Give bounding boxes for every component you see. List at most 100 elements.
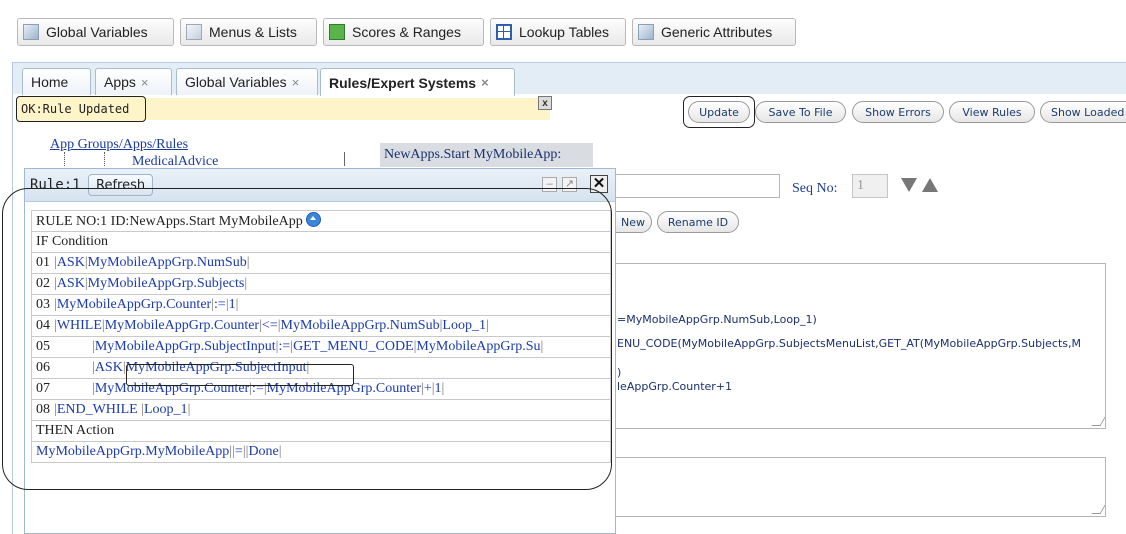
token[interactable]: 1 [229,297,236,312]
token[interactable]: MyMobileAppGrp.Su [416,339,540,354]
token[interactable]: Done [248,444,278,459]
token[interactable]: MyMobileAppGrp.SubjectInput [95,339,276,354]
rule-window-title: Rule:1 [30,177,81,193]
line-number: 01 [36,255,50,270]
token[interactable]: MyMobileAppGrp.NumSub [281,318,440,333]
condition-row: 01 |ASK|MyMobileAppGrp.NumSub| [31,252,611,274]
token[interactable]: MyMobileAppGrp.Counter [105,318,259,333]
rule-cell: 08 |END_WHILE |Loop_1| [31,399,611,421]
rule-title-text: NewApps.Start MyMobileApp: [384,147,562,162]
token[interactable]: MyMobileAppGrp.NumSub [88,255,247,270]
button-label: Global Variables [46,24,148,40]
line-number: 06 [36,360,50,375]
condition-row: 03 |MyMobileAppGrp.Counter|:=|1| [31,294,611,316]
table-icon [496,24,512,40]
resize-grip-icon[interactable] [1091,505,1105,514]
separator: | [485,318,489,333]
token[interactable]: 1 [435,381,442,396]
seq-input[interactable]: 1 [852,174,888,198]
close-icon[interactable]: ✕ [590,175,608,193]
condition-row: 06 |ASK|MyMobileAppGrp.SubjectInput| [31,357,611,379]
rule-title: NewApps.Start MyMobileApp: [380,143,593,167]
token[interactable]: MyMobileAppGrp.Counter [95,381,249,396]
rule-window-header[interactable]: Rule:1 Refresh – ↗ ✕ [25,169,615,202]
token[interactable]: = [235,444,243,459]
separator: | [540,339,544,354]
show-errors-button[interactable]: Show Errors [852,101,944,123]
textarea-line: =MyMobileAppGrp.NumSub,Loop_1) [617,313,817,326]
expand-up-icon[interactable] [305,212,321,227]
button-label: Rename ID [667,215,729,229]
scores-ranges-button[interactable]: Scores & Ranges [323,18,484,46]
view-rules-button[interactable]: View Rules [949,101,1035,123]
tab-global-variables[interactable]: Global Variables × [176,68,318,95]
token[interactable]: MyMobileAppGrp.Subjects [88,276,245,291]
button-label: New [621,215,645,229]
button-label: View Rules [962,105,1022,119]
highlight-box [683,96,755,128]
menus-lists-button[interactable]: Menus & Lists [180,18,317,46]
token[interactable]: Loop_1 [442,318,486,333]
rule-id-input[interactable] [612,174,780,198]
rule-cell: THEN Action [31,420,611,442]
token[interactable]: MyMobileAppGrp.Counter [57,297,211,312]
separator: | [244,276,248,291]
line-number: 07 [36,381,50,396]
global-variables-button[interactable]: Global Variables [17,18,174,46]
token[interactable]: WHILE [57,318,102,333]
refresh-button[interactable]: Refresh [88,174,154,196]
token[interactable]: ASK [57,255,85,270]
token[interactable]: ASK [57,276,85,291]
button-label: Refresh [96,177,146,193]
popout-icon[interactable]: ↗ [562,177,577,192]
rule-cell: 01 |ASK|MyMobileAppGrp.NumSub| [31,252,611,274]
condition-row: 05 |MyMobileAppGrp.SubjectInput|:=|GET_ME… [31,336,611,358]
token[interactable]: END_WHILE [57,402,141,417]
resize-grip-icon[interactable] [1091,417,1105,426]
token[interactable]: Loop_1 [144,402,188,417]
token[interactable]: + [424,381,432,396]
splitter[interactable] [344,152,345,166]
condition-row: 02 |ASK|MyMobileAppGrp.Subjects| [31,273,611,295]
show-loaded-button[interactable]: Show Loaded [1040,101,1126,123]
tab-apps[interactable]: Apps × [95,68,172,95]
generic-attributes-button[interactable]: Generic Attributes [632,18,796,46]
lookup-tables-button[interactable]: Lookup Tables [490,18,626,46]
arrow-up-icon[interactable] [922,178,938,192]
token[interactable]: <= [262,318,278,333]
scores-icon [329,24,345,40]
minimize-icon[interactable]: – [542,177,557,192]
token[interactable]: := [252,381,264,396]
rule-window[interactable]: Rule:1 Refresh – ↗ ✕ RULE NO:1 ID:NewApp… [24,168,616,534]
arrow-down-icon[interactable] [901,178,917,192]
tab-rules-expert-systems[interactable]: Rules/Expert Systems × [320,68,515,96]
token[interactable]: := [214,297,226,312]
close-icon[interactable]: × [141,75,149,90]
token[interactable]: MyMobileAppGrp.Counter [267,381,421,396]
tab-label: Apps [104,74,136,90]
token[interactable]: MyMobileAppGrp.MyMobileApp [36,444,229,459]
line-number: 08 [36,402,50,417]
tab-home[interactable]: Home [22,68,91,95]
action-textarea[interactable] [612,457,1106,517]
rename-id-button[interactable]: Rename ID [657,211,739,233]
condition-textarea[interactable]: =MyMobileAppGrp.NumSub,Loop_1) ENU_CODE(… [612,263,1106,429]
rule-header-text: RULE NO:1 ID:NewApps.Start MyMobileApp [36,214,303,229]
close-icon[interactable]: × [292,75,300,90]
rule-cell: IF Condition [31,231,611,253]
close-icon[interactable]: x [538,96,552,110]
token[interactable]: := [278,339,290,354]
status-message: OK:Rule Updated [16,96,146,122]
if-label-row: IF Condition [31,231,611,253]
button-label: Lookup Tables [519,24,610,40]
save-to-file-button[interactable]: Save To File [755,101,846,123]
token[interactable]: ASK [95,360,123,375]
separator: | [235,297,239,312]
rule-cell: 03 |MyMobileAppGrp.Counter|:=|1| [31,294,611,316]
tree-root-link[interactable]: App Groups/Apps/Rules [50,137,188,153]
token[interactable]: GET_MENU_CODE [293,339,414,354]
separator: | [246,255,250,270]
separator: | [306,360,310,375]
token[interactable]: MyMobileAppGrp.SubjectInput [126,360,307,375]
close-icon[interactable]: × [481,75,489,90]
